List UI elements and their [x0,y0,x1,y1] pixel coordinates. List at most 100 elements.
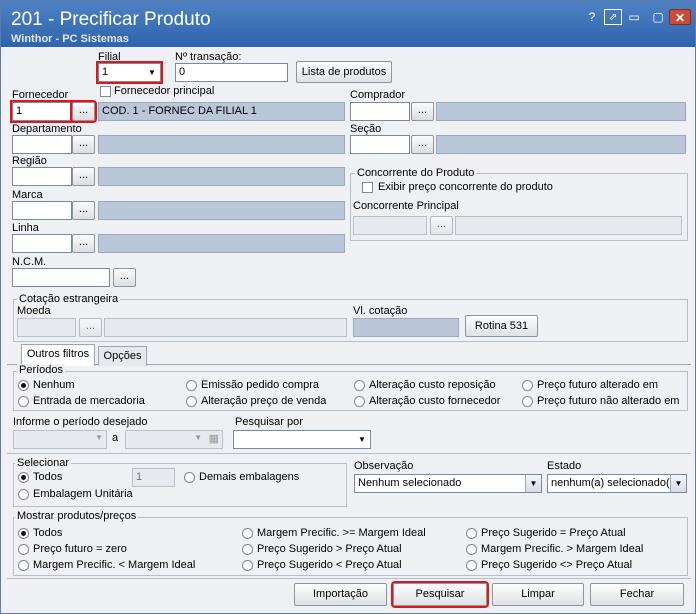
rotina-531-button[interactable]: Rotina 531 [465,315,538,337]
filial-select[interactable]: 1 ▼ [96,61,163,84]
minimize-icon[interactable]: ▭ [625,9,643,25]
vl-cotacao-label: Vl. cotação [353,305,408,317]
departamento-name-field [98,135,345,154]
pin-icon[interactable]: ⇗ [604,9,622,25]
vl-cotacao-field [353,318,459,337]
window-subtitle: Winthor - PC Sistemas [11,33,129,45]
departamento-field[interactable] [12,135,72,154]
regiao-lookup-button[interactable]: ... [72,167,95,186]
marca-field[interactable] [12,201,72,220]
title-bar: 201 - Precificar Produto Winthor - PC Si… [1,1,695,47]
tab-opcoes[interactable]: Opções [98,346,147,366]
fornecedor-lookup-button[interactable]: ... [70,100,97,123]
comprador-field[interactable] [350,102,410,121]
importacao-button[interactable]: Importação [294,583,387,606]
regiao-label: Região [12,155,47,167]
linha-lookup-button[interactable]: ... [72,234,95,253]
comprador-lookup-button[interactable]: ... [411,102,434,121]
fornecedor-principal-checkbox[interactable] [100,86,111,97]
periodo-preco-nao-alterado-label: Preço futuro não alterado em [537,395,680,407]
lista-produtos-button[interactable]: Lista de produtos [296,61,392,83]
marca-name-field [98,201,345,220]
periodo-preco-venda-radio[interactable] [186,396,197,407]
secao-field[interactable] [350,135,410,154]
embalagem-unitaria-label: Embalagem Unitária [33,488,133,500]
ncm-lookup-button[interactable]: ... [113,268,136,287]
separator [7,453,691,454]
periodo-custo-reposicao-radio[interactable] [354,380,365,391]
mostrar-group-label: Mostrar produtos/preços [15,510,139,522]
embalagem-unitaria-radio[interactable] [18,489,29,500]
periodo-preco-futuro-label: Preço futuro alterado em [537,379,659,391]
mostrar-sugerido-gt-label: Preço Sugerido > Preço Atual [257,543,402,555]
periodo-emissao-radio[interactable] [186,380,197,391]
selecionar-todos-radio[interactable] [18,472,29,483]
regiao-field[interactable] [12,167,72,186]
selecionar-group-label: Selecionar [15,457,71,469]
periodo-entrada-radio[interactable] [18,396,29,407]
periodo-preco-nao-alterado-radio[interactable] [522,396,533,407]
ncm-label: N.C.M. [12,256,47,268]
fornecedor-code-field[interactable]: 1 [10,100,74,123]
mostrar-futuro-zero-radio[interactable] [18,544,29,555]
observacao-value: Nenhum selecionado [358,477,462,489]
cotacao-group-label: Cotação estrangeira [17,293,121,305]
ncm-field[interactable] [12,268,110,287]
mostrar-margem-lt-radio[interactable] [18,560,29,571]
concorrente-name-field [455,216,682,235]
limpar-button[interactable]: Limpar [492,583,584,606]
calendar-icon: ▦ [208,433,219,445]
concorrente-group-label: Concorrente do Produto [355,167,477,179]
observacao-select[interactable]: Nenhum selecionado ▼ [354,474,542,493]
qtd-stepper: 1 [132,468,175,487]
regiao-name-field [98,167,345,186]
mostrar-margem-gt-radio[interactable] [466,544,477,555]
chevron-down-icon[interactable]: ▼ [144,64,160,81]
fornecedor-principal-label: Fornecedor principal [114,85,215,97]
chevron-down-icon[interactable]: ▼ [354,431,370,448]
marca-lookup-button[interactable]: ... [72,201,95,220]
concorrente-lookup-button: ... [430,216,453,235]
comprador-name-field [436,102,686,121]
maximize-icon[interactable]: ▢ [649,9,667,25]
linha-field[interactable] [12,234,72,253]
periodo-preco-futuro-radio[interactable] [522,380,533,391]
mostrar-sugerido-eq-radio[interactable] [466,528,477,539]
tab-outros-filtros[interactable]: Outros filtros [21,344,95,366]
periodo-entrada-label: Entrada de mercadoria [33,395,145,407]
estado-select[interactable]: nenhum(a) selecionado(a) ▼ [547,474,687,493]
chevron-down-icon[interactable]: ▼ [525,475,541,492]
selecionar-group [13,463,347,507]
periodo-nenhum-radio[interactable] [18,380,29,391]
moeda-lookup-button: ... [79,318,102,337]
pesquisar-por-select[interactable]: ▼ [233,430,371,449]
estado-value: nenhum(a) selecionado(a) [551,477,680,489]
chevron-down-icon[interactable]: ▼ [670,475,686,492]
fechar-button[interactable]: Fechar [590,583,684,606]
pesquisar-button[interactable]: Pesquisar [391,581,489,608]
fornecedor-name-field: COD. 1 - FORNEC DA FILIAL 1 [98,102,345,121]
mostrar-sugerido-gt-radio[interactable] [242,544,253,555]
demais-embalagens-radio[interactable] [184,472,195,483]
demais-embalagens-label: Demais embalagens [199,471,300,483]
informe-periodo-label: Informe o período desejado [13,416,148,428]
estado-label: Estado [547,460,582,472]
mostrar-sugerido-lt-radio[interactable] [242,560,253,571]
mostrar-todos-radio[interactable] [18,528,29,539]
help-icon[interactable]: ? [583,9,601,25]
mostrar-margem-gte-radio[interactable] [242,528,253,539]
linha-label: Linha [12,222,39,234]
periodo-inicio-field: ▼ [13,430,107,449]
linha-name-field [98,234,345,253]
departamento-lookup-button[interactable]: ... [72,135,95,154]
secao-lookup-button[interactable]: ... [411,135,434,154]
mostrar-sugerido-ne-radio[interactable] [466,560,477,571]
periodo-custo-fornecedor-radio[interactable] [354,396,365,407]
secao-label: Seção [350,123,382,135]
exibir-concorrente-checkbox[interactable] [362,182,373,193]
close-icon[interactable]: ✕ [669,9,691,25]
marca-label: Marca [12,189,43,201]
mostrar-futuro-zero-label: Preço futuro = zero [33,543,127,555]
transacao-field[interactable]: 0 [175,63,288,82]
concorrente-code-field [353,216,427,235]
